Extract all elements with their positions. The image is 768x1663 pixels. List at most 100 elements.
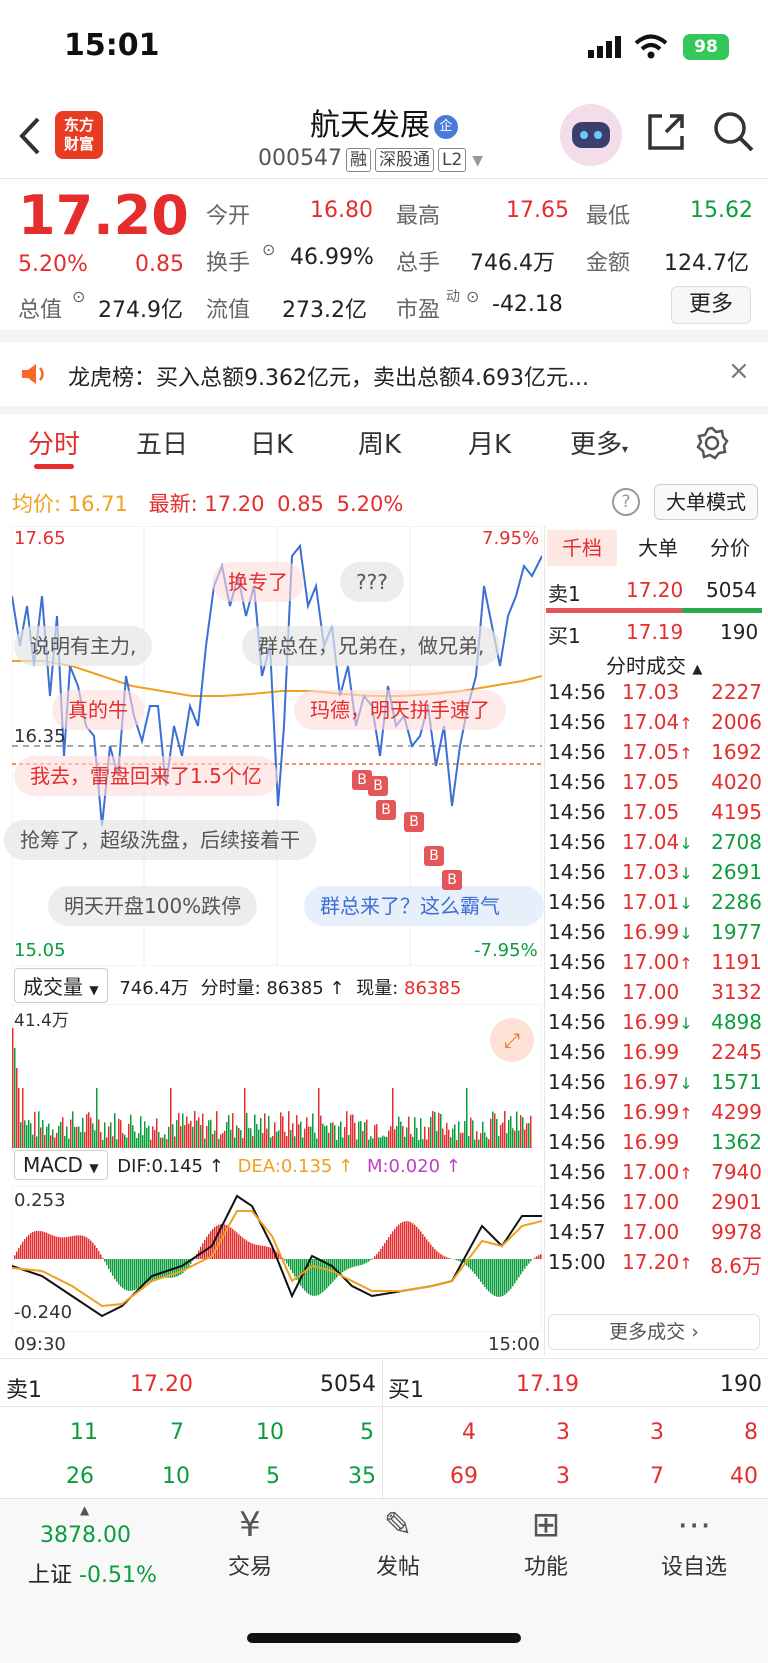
volume-bar — [170, 1088, 172, 1148]
y-axis-top: 17.65 — [14, 528, 66, 549]
macd-bar — [270, 1247, 272, 1259]
volume-bar — [474, 1139, 476, 1148]
volume-bar — [44, 1134, 46, 1148]
volume-bar — [120, 1120, 122, 1148]
macd-bar — [456, 1259, 458, 1261]
trades-title[interactable]: 分时成交 ▲ — [606, 650, 702, 679]
settings-icon[interactable] — [695, 426, 729, 460]
tab-monthly-k[interactable]: 月K — [468, 424, 511, 461]
tab-price-split[interactable]: 分价 — [695, 530, 765, 566]
notice-bar[interactable]: 龙虎榜：买入总额9.362亿元，卖出总额4.693亿元... × — [0, 340, 768, 408]
volume-bar — [38, 1111, 40, 1148]
avg-value: 16.71 — [67, 492, 128, 516]
volume-indicator-select[interactable]: 成交量 ▼ — [14, 968, 108, 1003]
turnover-label: 换手 — [206, 251, 251, 276]
nav-function[interactable]: 功能 — [486, 1549, 606, 1581]
latest-change: 0.85 — [277, 492, 324, 516]
search-icon[interactable] — [712, 110, 756, 154]
trade-icon[interactable]: ¥ — [190, 1505, 310, 1545]
tab-more[interactable]: 更多▾ — [570, 424, 628, 461]
macd-bar — [440, 1254, 442, 1259]
volume-bar — [166, 1139, 168, 1148]
volume-bar — [332, 1122, 334, 1148]
ob-buy-detail: 3 — [556, 1420, 570, 1445]
tab-five-day[interactable]: 五日 — [136, 424, 188, 461]
tab-big-order[interactable]: 大单 — [623, 530, 693, 566]
float-mv-label: 流值 — [206, 298, 251, 323]
macd-bar — [14, 1255, 16, 1259]
current-price: 17.20 — [18, 184, 189, 247]
volume-bar — [204, 1138, 206, 1148]
tab-order-book[interactable]: 千档 — [547, 530, 617, 566]
change-value: 0.85 — [135, 252, 184, 277]
volume-bar — [408, 1116, 410, 1148]
more-trades-button[interactable]: 更多成交 › — [548, 1314, 760, 1350]
macd-bar — [96, 1247, 98, 1259]
volume-bar — [98, 1119, 100, 1148]
volume-bar — [258, 1129, 260, 1148]
macd-bar — [474, 1259, 476, 1274]
volume-bar — [340, 1121, 342, 1148]
macd-bar — [140, 1259, 142, 1287]
macd-top-label: 0.253 — [14, 1190, 66, 1211]
volume-bar — [366, 1119, 368, 1148]
notice-text: 龙虎榜：买入总额9.362亿元，卖出总额4.693亿元... — [68, 366, 589, 391]
macd-bar — [286, 1259, 288, 1264]
volume-chart[interactable] — [12, 1004, 542, 1148]
help-icon[interactable]: ? — [612, 488, 640, 516]
macd-bar — [446, 1257, 448, 1259]
macd-bar — [70, 1236, 72, 1259]
tab-intraday[interactable]: 分时 — [28, 424, 80, 461]
macd-bar — [518, 1259, 520, 1278]
enterprise-badge: 企 — [434, 114, 458, 139]
macd-bar — [24, 1239, 26, 1259]
volume-bar — [350, 1114, 352, 1148]
trade-row: 14:56 17.03↓ 2691 — [548, 860, 762, 884]
status-time: 15:01 — [64, 28, 160, 63]
volume-bar — [402, 1126, 404, 1148]
macd-dif: DIF:0.145 — [117, 1156, 204, 1177]
volume-bar — [172, 1124, 174, 1148]
close-icon[interactable]: × — [728, 356, 750, 386]
volume-bar — [36, 1136, 38, 1148]
tab-daily-k[interactable]: 日K — [250, 424, 293, 461]
macd-bar — [80, 1235, 82, 1259]
add-watchlist-icon[interactable]: ⋯ — [634, 1505, 754, 1545]
barrage-comment: 真的牛 — [52, 690, 144, 730]
nav-trade[interactable]: 交易 — [190, 1549, 310, 1581]
assistant-avatar[interactable] — [560, 104, 622, 166]
tab-weekly-k[interactable]: 周K — [358, 424, 401, 461]
index-name[interactable]: 上证 -0.51% — [28, 1557, 157, 1589]
info-icon: ⊙ — [72, 287, 86, 306]
more-button[interactable]: 更多 — [671, 286, 751, 324]
macd-bar — [120, 1259, 122, 1287]
macd-chart[interactable] — [12, 1186, 542, 1332]
post-icon[interactable]: ✎ — [338, 1505, 458, 1545]
expand-icon[interactable]: ⤢ — [490, 1018, 534, 1062]
big-order-mode-button[interactable]: 大单模式 — [654, 484, 758, 520]
macd-indicator-select[interactable]: MACD ▼ — [14, 1150, 108, 1180]
share-icon[interactable] — [646, 112, 686, 152]
volume-bar — [264, 1113, 266, 1148]
nav-post[interactable]: 发帖 — [338, 1549, 458, 1581]
volume-bar — [228, 1115, 230, 1148]
volume-bar — [132, 1125, 134, 1148]
macd-bar — [240, 1236, 242, 1259]
nav-add-watchlist[interactable]: 设自选 — [634, 1549, 754, 1581]
volume-bar — [312, 1113, 314, 1148]
low-value: 15.62 — [690, 198, 753, 223]
high-value: 17.65 — [506, 198, 569, 223]
function-icon[interactable]: ⊞ — [486, 1505, 606, 1545]
volume-bar — [524, 1129, 526, 1148]
volume-bar — [182, 1113, 184, 1148]
high-label: 最高 — [396, 204, 441, 229]
macd-bar — [46, 1232, 48, 1259]
volume-bar — [434, 1112, 436, 1148]
volume-bar — [464, 1120, 466, 1148]
macd-bar — [428, 1241, 430, 1259]
index-value[interactable]: 3878.00 — [40, 1523, 131, 1548]
barrage-comment: 换专了 — [212, 562, 304, 602]
volume-bar — [240, 1130, 242, 1148]
ob-buy-detail: 8 — [744, 1420, 758, 1445]
collapse-arrow-icon[interactable]: ▲ — [80, 1503, 89, 1517]
